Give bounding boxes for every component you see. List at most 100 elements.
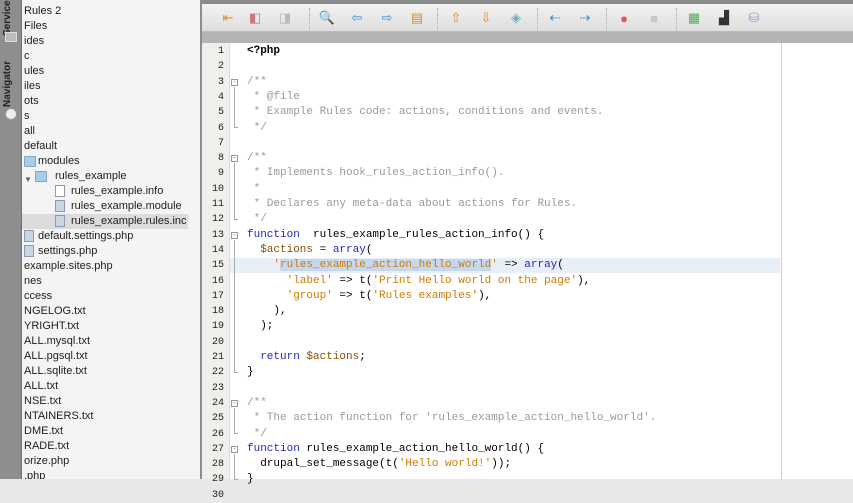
code-line[interactable]: /** — [247, 151, 267, 166]
code-line[interactable]: ); — [247, 319, 273, 334]
last-edit-icon[interactable]: ⇤ — [220, 10, 236, 26]
stop-macro-icon[interactable]: ■ — [646, 10, 662, 26]
tree-item[interactable]: RADE.txt — [22, 439, 188, 454]
tree-item-label: ALL.pgsql.txt — [24, 350, 88, 362]
line-number: 13 — [211, 229, 224, 241]
tree-item[interactable]: ots — [22, 94, 188, 109]
code-line[interactable]: 'rules_example_action_hello_world' => ar… — [247, 258, 564, 273]
find-next-icon[interactable]: ⇨ — [379, 10, 395, 26]
shift-right-icon[interactable]: ⇢ — [577, 10, 593, 26]
tree-item-label: default.settings.php — [38, 230, 134, 242]
tree-item[interactable]: NGELOG.txt — [22, 304, 188, 319]
tree-item-label: NSE.txt — [24, 395, 62, 407]
comment-icon[interactable]: ▦ — [686, 10, 702, 26]
fold-toggle-icon[interactable]: - — [231, 231, 238, 239]
toggle-bookmark-icon[interactable]: ◈ — [508, 10, 524, 26]
code-line[interactable]: /** — [247, 396, 267, 411]
code-line[interactable]: $actions = array( — [247, 243, 372, 258]
tree-item-label: orize.php — [24, 455, 70, 467]
tree-item[interactable]: ▼ rules_example — [22, 169, 188, 184]
tree-item[interactable]: ALL.sqlite.txt — [22, 364, 188, 379]
find-previous-icon[interactable]: ⇦ — [349, 10, 365, 26]
tree-item[interactable]: s — [22, 109, 188, 124]
tree-item[interactable]: rules_example.rules.inc — [22, 214, 188, 229]
fold-toggle-icon[interactable]: - — [231, 399, 238, 407]
tree-item[interactable]: example.sites.php — [22, 259, 188, 274]
tree-item[interactable]: NTAINERS.txt — [22, 409, 188, 424]
tree-item[interactable]: all — [22, 124, 188, 139]
code-line[interactable]: 'label' => t('Print Hello world on the p… — [247, 274, 591, 289]
code-line[interactable]: * Implements hook_rules_action_info(). — [247, 166, 505, 181]
tree-item-label: NGELOG.txt — [24, 305, 86, 317]
code-line[interactable]: ), — [247, 304, 286, 319]
shift-left-icon[interactable]: ⇠ — [547, 10, 563, 26]
previous-bookmark-icon[interactable]: ⇧ — [448, 10, 464, 26]
tree-item[interactable]: orize.php — [22, 454, 188, 469]
fold-toggle-icon[interactable]: - — [231, 445, 238, 453]
code-line[interactable]: 'group' => t('Rules examples'), — [247, 289, 492, 304]
line-number: 11 — [211, 199, 224, 210]
code-line[interactable]: */ — [247, 121, 267, 136]
tree-item[interactable]: default.settings.php — [22, 229, 188, 244]
code-line[interactable]: * Declares any meta-data about actions f… — [247, 197, 577, 212]
tree-item[interactable]: default — [22, 139, 188, 154]
code-line[interactable]: return $actions; — [247, 350, 366, 365]
fold-toggle-icon[interactable]: - — [231, 155, 238, 163]
tree-item-label: example.sites.php — [24, 260, 113, 272]
uncomment-icon[interactable]: ▟ — [716, 10, 732, 26]
code-line[interactable]: */ — [247, 212, 267, 227]
code-token: => t( — [332, 289, 373, 302]
fold-toggle-icon[interactable]: - — [231, 78, 238, 86]
services-tab[interactable]: Services — [2, 0, 20, 36]
folder-icon — [24, 156, 36, 167]
tree-item[interactable]: ides — [22, 34, 188, 49]
code-line[interactable]: * The action function for 'rules_example… — [247, 411, 657, 426]
line-number: 18 — [211, 306, 224, 318]
code-line[interactable]: */ — [247, 427, 267, 442]
tree-item[interactable]: nes — [22, 274, 188, 289]
forward-icon[interactable]: ◨ — [277, 10, 293, 26]
code-line[interactable]: function rules_example_rules_action_info… — [247, 228, 544, 243]
tree-item[interactable]: YRIGHT.txt — [22, 319, 188, 334]
toggle-highlight-icon[interactable]: ▤ — [409, 10, 425, 26]
code-line[interactable]: } — [247, 472, 254, 487]
tree-item[interactable]: NSE.txt — [22, 394, 188, 409]
code-line[interactable]: function rules_example_action_hello_worl… — [247, 442, 544, 457]
find-icon[interactable]: 🔍 — [319, 10, 335, 26]
navigator-tab[interactable]: Navigator — [2, 58, 20, 110]
code-token: 'group' — [286, 289, 333, 302]
tree-item[interactable]: .php — [22, 469, 188, 479]
code-line[interactable]: * Example Rules code: actions, condition… — [247, 105, 604, 120]
code-line[interactable]: /** — [247, 75, 267, 90]
next-bookmark-icon[interactable]: ⇩ — [478, 10, 494, 26]
tree-item[interactable]: ALL.txt — [22, 379, 188, 394]
code-line[interactable]: * — [247, 182, 261, 197]
back-icon[interactable]: ◧ — [247, 10, 263, 26]
tree-item[interactable]: ALL.mysql.txt — [22, 334, 188, 349]
tree-item[interactable]: iles — [22, 79, 188, 94]
tree-item[interactable]: ccess — [22, 289, 188, 304]
code-token: )); — [491, 458, 512, 471]
tree-item[interactable]: rules_example.module — [22, 199, 188, 214]
tree-item[interactable]: c — [22, 49, 188, 64]
database-icon[interactable]: ⛁ — [746, 10, 762, 26]
code-token: */ — [247, 121, 267, 134]
code-line[interactable]: drupal_set_message(t('Hello world!')); — [247, 457, 511, 472]
tree-item[interactable]: rules_example.info — [22, 184, 188, 199]
code-token: array — [332, 243, 366, 256]
tree-item[interactable]: ALL.pgsql.txt — [22, 349, 188, 364]
tree-item[interactable]: Rules 2 — [22, 4, 188, 19]
code-line[interactable]: <?php — [247, 44, 280, 59]
php-file-icon — [55, 200, 65, 212]
tree-item[interactable]: ules — [22, 64, 188, 79]
tree-item[interactable]: Files — [22, 19, 188, 34]
tree-item[interactable]: settings.php — [22, 244, 188, 259]
code-line[interactable]: } — [247, 365, 254, 380]
code-line[interactable]: * @file — [247, 90, 300, 105]
fold-guide — [234, 407, 238, 435]
tree-item[interactable]: modules — [22, 154, 188, 169]
tree-item[interactable]: DME.txt — [22, 424, 188, 439]
code-token: ; — [359, 351, 366, 363]
start-macro-icon[interactable]: ● — [616, 10, 632, 26]
